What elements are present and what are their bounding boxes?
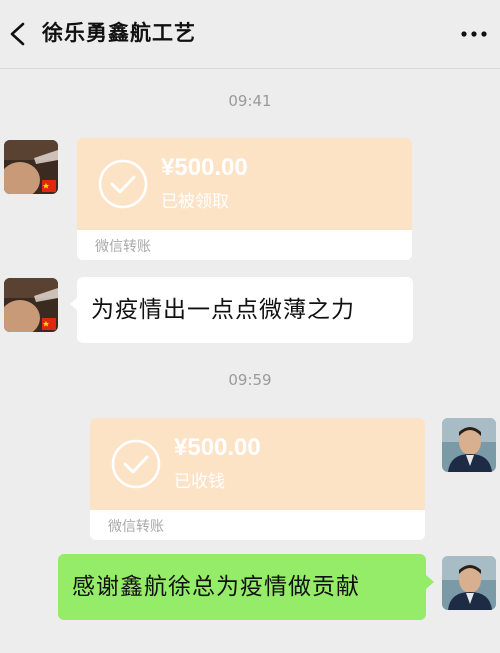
avatar-image [4,140,58,194]
sent-message-bubble[interactable]: 感谢鑫航徐总为疫情做贡献 [58,554,426,620]
message-timestamp: 09:59 [228,371,272,389]
transfer-card-sent[interactable]: ¥500.00 已收钱 微信转账 [90,418,425,540]
more-dots-icon [461,31,487,37]
transfer-amount: ¥500.00 [161,154,248,181]
message-timestamp: 09:41 [228,92,272,110]
contact-avatar[interactable] [4,140,58,194]
my-avatar[interactable] [442,556,496,610]
my-avatar[interactable] [442,418,496,472]
check-circle-icon [111,439,161,489]
transfer-status: 已被领取 [161,192,229,212]
avatar-image [4,278,58,332]
transfer-status: 已收钱 [174,472,225,492]
transfer-card-received[interactable]: ¥500.00 已被领取 微信转账 [77,138,412,260]
chat-title: 徐乐勇鑫航工艺 [42,21,196,45]
contact-avatar[interactable] [4,278,58,332]
transfer-footer-label: 微信转账 [95,239,151,255]
transfer-footer-label: 微信转账 [108,519,164,535]
transfer-card-footer: 微信转账 [90,510,425,540]
check-circle-icon [98,159,148,209]
chat-header: 徐乐勇鑫航工艺 [0,0,500,69]
transfer-amount: ¥500.00 [174,434,261,461]
bubble-tail [426,575,434,589]
avatar-image [442,418,496,472]
received-message-bubble[interactable]: 为疫情出一点点微薄之力 [77,277,413,343]
transfer-card-body: ¥500.00 已被领取 [77,138,412,230]
back-button[interactable] [4,16,34,52]
avatar-image [442,556,496,610]
back-arrow-icon [10,22,25,46]
transfer-card-body: ¥500.00 已收钱 [90,418,425,510]
transfer-card-footer: 微信转账 [77,230,412,260]
more-button[interactable] [456,20,492,48]
